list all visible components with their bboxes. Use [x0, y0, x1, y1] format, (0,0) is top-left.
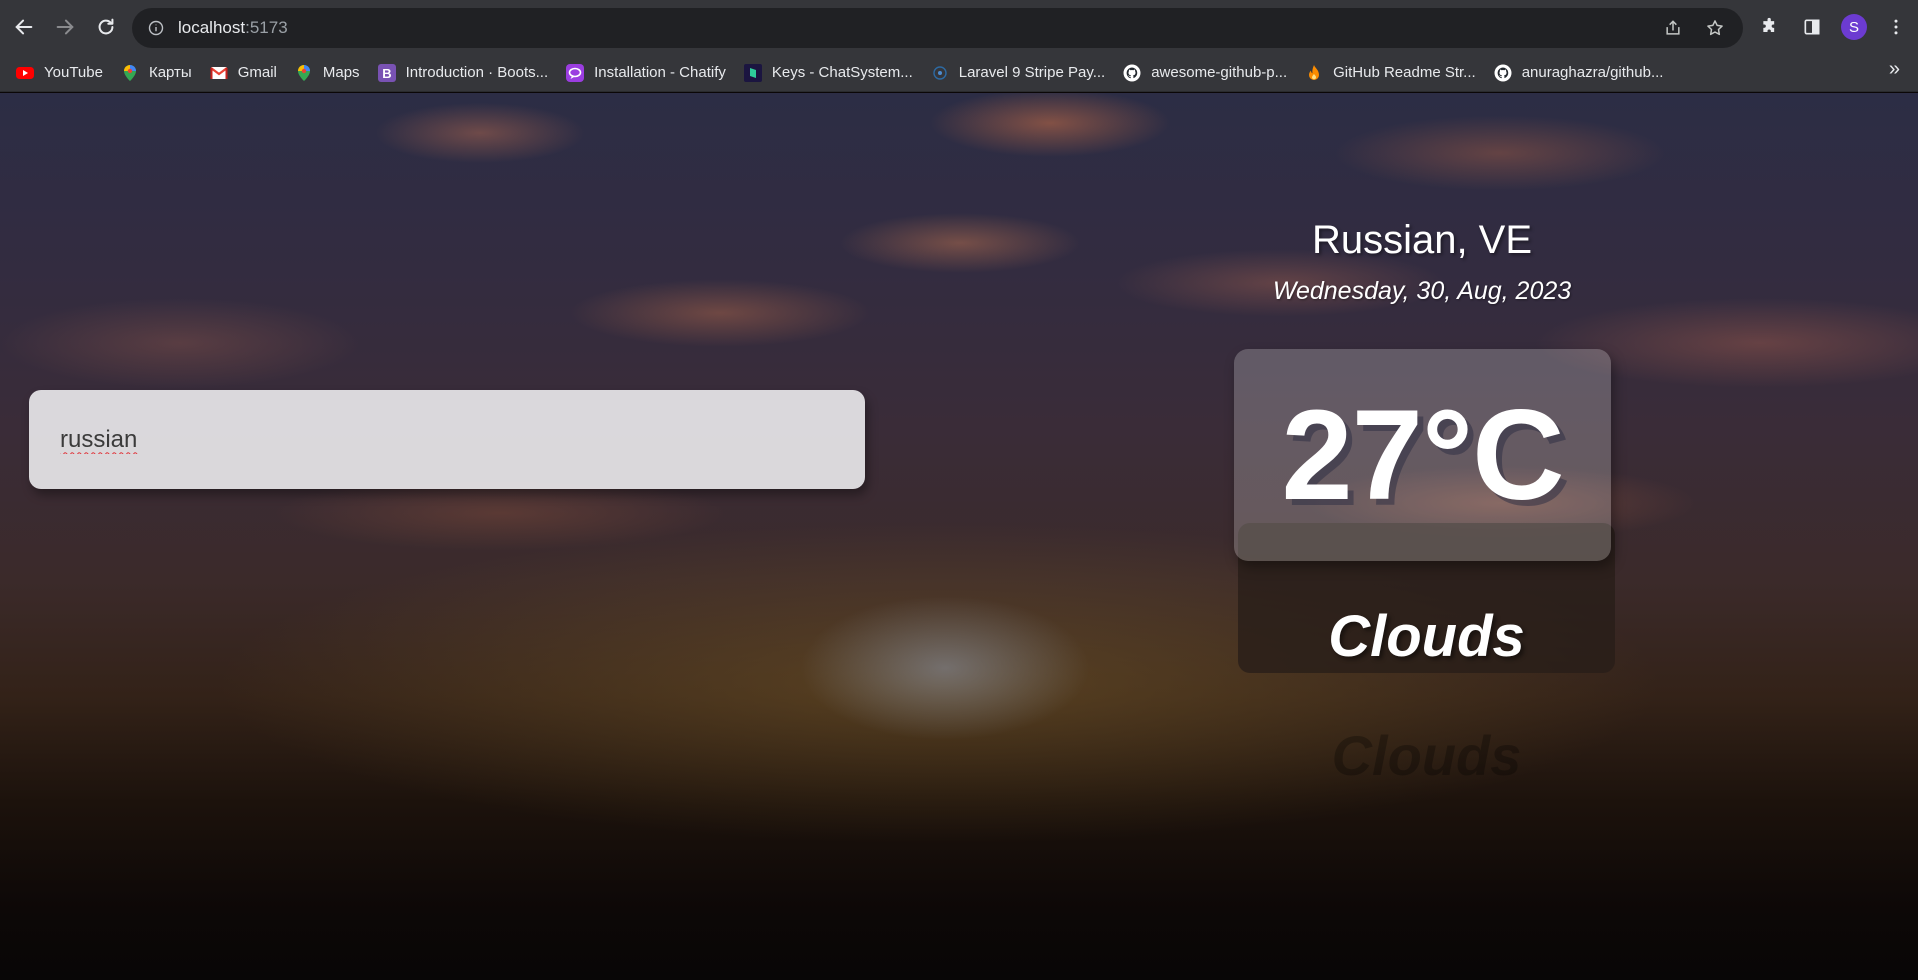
- site-info-icon[interactable]: [148, 20, 164, 36]
- bookmarks-bar: YouTube Карты Gmail Maps B Introduction …: [0, 54, 1918, 92]
- menu-button[interactable]: [1878, 9, 1914, 45]
- bookmark-label: Maps: [322, 64, 360, 81]
- weather-condition-shadow: Clouds: [1331, 724, 1522, 787]
- chatify-icon: [566, 63, 585, 82]
- bookmark-bootstrap[interactable]: B Introduction · Boots...: [376, 58, 559, 88]
- bookmark-maps[interactable]: Maps: [293, 58, 370, 88]
- kebab-menu-icon: [1894, 19, 1898, 35]
- search-box[interactable]: [29, 390, 865, 489]
- bookmark-youtube[interactable]: YouTube: [14, 58, 113, 88]
- extensions-button[interactable]: [1752, 9, 1788, 45]
- bookmark-awesome-github[interactable]: awesome-github-p...: [1121, 58, 1297, 88]
- gmail-icon: [210, 64, 228, 82]
- bookmark-label: Keys - ChatSystem...: [771, 64, 913, 81]
- bookmark-github-readme-streak[interactable]: GitHub Readme Str...: [1303, 58, 1486, 88]
- bookmark-chatsystem[interactable]: Keys - ChatSystem...: [742, 58, 923, 88]
- svg-text:B: B: [382, 66, 391, 81]
- share-icon: [1666, 20, 1680, 35]
- bookmark-label: Laravel 9 Stripe Pay...: [958, 64, 1106, 81]
- youtube-icon: [16, 64, 34, 82]
- bookmarks-overflow-button[interactable]: »: [1889, 58, 1900, 81]
- arrow-right-icon: [56, 19, 74, 35]
- bookmark-star-button[interactable]: [1697, 10, 1733, 46]
- url-text: localhost:5173: [178, 18, 288, 37]
- bookmark-label: Introduction · Boots...: [405, 64, 549, 81]
- share-button[interactable]: [1655, 10, 1691, 46]
- reload-icon: [98, 18, 114, 35]
- bookmark-label: Installation - Chatify: [594, 64, 726, 81]
- bookmark-anuraghazra[interactable]: anuraghazra/github...: [1492, 58, 1674, 88]
- bookmark-label: Gmail: [237, 64, 277, 81]
- bookmark-laravel[interactable]: Laravel 9 Stripe Pay...: [929, 58, 1115, 88]
- maps-pin-icon: [295, 64, 313, 82]
- back-button[interactable]: [4, 7, 44, 47]
- bookmark-gmail[interactable]: Gmail: [208, 58, 287, 88]
- avatar: S: [1841, 14, 1867, 40]
- address-bar[interactable]: localhost:5173: [132, 8, 1743, 48]
- weather-condition: Clouds: [1328, 604, 1525, 669]
- laravel-icon: [931, 64, 949, 82]
- profile-button[interactable]: S: [1836, 9, 1872, 45]
- bookmark-label: awesome-github-p...: [1151, 64, 1288, 81]
- bookmark-chatify[interactable]: Installation - Chatify: [564, 58, 736, 88]
- side-panel-button[interactable]: [1794, 9, 1830, 45]
- weather-app: Russian, VE Wednesday, 30, Aug, 2023 27°…: [0, 93, 1918, 980]
- arrow-left-icon: [15, 19, 33, 35]
- city-search-input[interactable]: [60, 425, 840, 454]
- temperature-card: 27°C: [1234, 349, 1611, 561]
- star-icon: [1707, 20, 1723, 36]
- location-title: Russian, VE: [1311, 218, 1533, 262]
- browser-toolbar: localhost:5173 S: [0, 0, 1918, 54]
- bookmark-label: Карты: [148, 64, 192, 81]
- bookmark-karty[interactable]: Карты: [119, 58, 202, 88]
- forward-button[interactable]: [45, 7, 85, 47]
- maps-pin-icon: [121, 64, 139, 82]
- temperature-value: 27°C: [1281, 383, 1565, 527]
- current-date: Wednesday, 30, Aug, 2023: [1272, 277, 1572, 305]
- github-icon: [1494, 64, 1512, 82]
- bookmark-label: GitHub Readme Str...: [1333, 64, 1476, 81]
- puzzle-icon: [1763, 17, 1775, 32]
- reload-button[interactable]: [86, 7, 126, 47]
- bookmark-label: anuraghazra/github...: [1521, 64, 1664, 81]
- fire-icon: [1305, 64, 1323, 82]
- side-panel-icon: [1804, 19, 1820, 35]
- bookmark-label: YouTube: [44, 64, 103, 81]
- chatsystem-icon: [743, 63, 762, 82]
- github-icon: [1123, 64, 1141, 82]
- bootstrap-icon: B: [377, 63, 396, 82]
